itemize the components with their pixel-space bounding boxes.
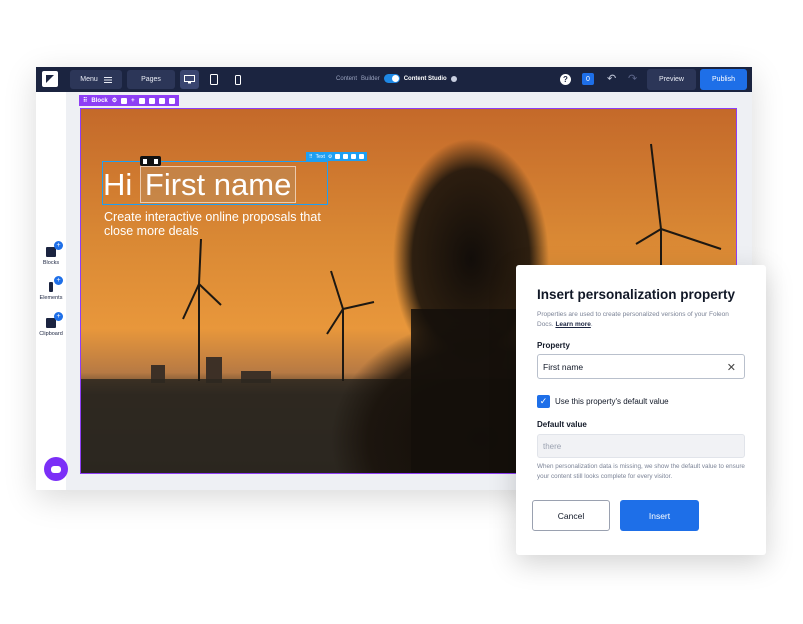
insert-button[interactable]: Insert: [620, 500, 699, 531]
paste-icon[interactable]: [351, 154, 357, 159]
trash-icon[interactable]: [168, 97, 175, 104]
dialog-title: Insert personalization property: [537, 287, 736, 302]
undo-icon[interactable]: ↶: [607, 72, 616, 85]
menu-button[interactable]: Menu: [70, 70, 122, 89]
publish-button[interactable]: Publish: [700, 69, 747, 90]
mode-studio-label: Content Studio: [403, 75, 447, 82]
color-icon[interactable]: [121, 97, 128, 104]
gear-icon[interactable]: ⚙: [112, 97, 117, 104]
mode-builder-label: Builder: [361, 75, 380, 82]
menu-label: Menu: [80, 76, 98, 83]
drag-handle-icon[interactable]: ⠿: [309, 154, 313, 160]
dialog-description: Properties are used to create personaliz…: [537, 311, 729, 328]
add-icon[interactable]: +: [131, 98, 135, 104]
copy-icon[interactable]: [148, 97, 155, 104]
cancel-button[interactable]: Cancel: [532, 500, 610, 531]
drag-handle-icon[interactable]: ⠿: [83, 97, 87, 104]
chat-icon[interactable]: [44, 457, 68, 481]
notifications-badge[interactable]: 0: [582, 73, 594, 85]
rail-label-blocks: Blocks: [42, 260, 60, 266]
clear-icon[interactable]: ✕: [727, 361, 736, 374]
rail-label-elements: Elements: [39, 295, 63, 301]
redo-icon[interactable]: ↷: [628, 72, 637, 85]
foleon-logo-icon[interactable]: [42, 71, 58, 87]
clipboard-icon: +: [46, 312, 63, 328]
mobile-icon: [234, 74, 241, 85]
property-label: Property: [537, 341, 570, 350]
default-value-checkbox[interactable]: ✓: [537, 395, 550, 408]
headline-prefix: Hi: [103, 167, 133, 202]
left-rail: + Blocks + Elements + Clipboard: [36, 92, 66, 490]
default-value-placeholder: there: [543, 441, 562, 451]
gear-icon[interactable]: ⚙: [328, 154, 332, 160]
default-value-label: Default value: [537, 420, 587, 429]
subheadline[interactable]: Create interactive online proposals that…: [104, 210, 334, 238]
rail-label-clipboard: Clipboard: [39, 331, 63, 337]
block-label: Block: [91, 97, 108, 104]
rail-item-blocks[interactable]: + Blocks: [36, 241, 66, 266]
blocks-icon: +: [46, 241, 63, 257]
tablet-icon: [209, 74, 218, 85]
property-select[interactable]: First name ✕: [537, 354, 745, 379]
mode-content-label: Content: [336, 75, 358, 82]
edit-token-pill[interactable]: [140, 156, 161, 166]
headline[interactable]: Hi First name: [103, 166, 297, 203]
default-value-input[interactable]: there: [537, 434, 745, 458]
mobile-view-button[interactable]: [228, 70, 247, 89]
default-value-help: When personalization data is missing, we…: [537, 463, 745, 480]
add-plus-icon: +: [54, 241, 63, 250]
pages-label: Pages: [141, 76, 161, 83]
add-plus-icon: +: [54, 276, 63, 285]
info-icon[interactable]: [450, 75, 457, 82]
elements-icon: +: [49, 276, 63, 292]
rail-item-clipboard[interactable]: + Clipboard: [36, 312, 66, 337]
add-plus-icon: +: [54, 312, 63, 321]
personalization-token[interactable]: First name: [139, 166, 297, 203]
preview-button[interactable]: Preview: [647, 69, 696, 90]
pencil-icon[interactable]: [143, 158, 148, 164]
trash-icon[interactable]: [153, 158, 158, 164]
help-icon[interactable]: ?: [560, 74, 571, 85]
desktop-icon: [184, 75, 195, 84]
learn-more-link[interactable]: Learn more: [555, 321, 590, 328]
paste-icon[interactable]: [158, 97, 165, 104]
mode-switch: Content Builder Content Studio: [336, 74, 457, 83]
insert-personalization-dialog: Insert personalization property Properti…: [516, 265, 766, 555]
rail-item-elements[interactable]: + Elements: [36, 276, 66, 301]
property-value: First name: [543, 361, 584, 372]
hamburger-icon: [103, 76, 112, 83]
tablet-view-button[interactable]: [204, 70, 223, 89]
duplicate-icon[interactable]: [335, 154, 341, 159]
pages-button[interactable]: Pages: [127, 70, 175, 89]
block-toolbar[interactable]: ⠿ Block ⚙ +: [79, 95, 179, 106]
text-toolbar[interactable]: ⠿ Text ⚙: [306, 152, 368, 161]
text-label: Text: [315, 153, 325, 160]
trash-icon[interactable]: [359, 154, 365, 159]
mode-toggle[interactable]: [383, 74, 400, 83]
desktop-view-button[interactable]: [180, 70, 199, 89]
copy-icon[interactable]: [343, 154, 349, 159]
checkbox-label[interactable]: Use this property's default value: [555, 397, 669, 406]
screen: Menu Pages Content Builder Content Studi…: [0, 0, 803, 624]
duplicate-icon[interactable]: [138, 97, 145, 104]
top-toolbar: Menu Pages Content Builder Content Studi…: [36, 67, 752, 92]
